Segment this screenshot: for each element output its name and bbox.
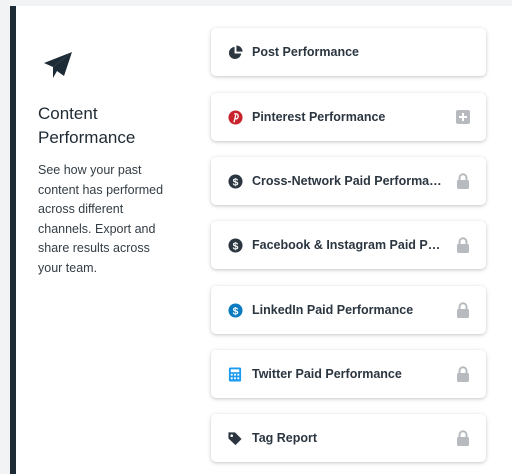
- intro-title: Content Performance: [38, 104, 136, 147]
- lock-icon: [456, 302, 470, 318]
- intro-description: See how your past content has performed …: [38, 163, 164, 275]
- report-label: Cross-Network Paid Performance: [252, 174, 442, 188]
- report-card-facebook-instagram-paid-performance[interactable]: $ Facebook & Instagram Paid Performance: [211, 221, 486, 269]
- report-label: Pinterest Performance: [252, 110, 386, 124]
- dollar-circle-icon: $: [227, 302, 243, 318]
- report-label: Tag Report: [252, 431, 318, 445]
- dollar-circle-icon: $: [227, 173, 243, 189]
- report-label: LinkedIn Paid Performance: [252, 303, 414, 317]
- svg-text:$: $: [232, 306, 238, 317]
- lock-icon: [456, 366, 470, 382]
- pie-chart-icon: [227, 44, 243, 60]
- report-card-tag-report[interactable]: Tag Report: [211, 414, 486, 462]
- lock-icon: [456, 430, 470, 446]
- dollar-circle-icon: $: [227, 237, 243, 253]
- add-icon[interactable]: [456, 109, 470, 125]
- report-card-linkedin-paid-performance[interactable]: $ LinkedIn Paid Performance: [211, 286, 486, 334]
- content-performance-panel: Content Performance See how your past co…: [10, 6, 512, 474]
- report-label: Twitter Paid Performance: [252, 367, 402, 381]
- lock-icon: [456, 237, 470, 253]
- calculator-icon: [227, 366, 243, 382]
- svg-text:$: $: [232, 177, 238, 188]
- report-card-post-performance[interactable]: Post Performance: [211, 28, 486, 76]
- tag-icon: [227, 430, 243, 446]
- svg-text:$: $: [232, 241, 238, 252]
- report-label: Post Performance: [252, 45, 359, 59]
- report-card-twitter-paid-performance[interactable]: Twitter Paid Performance: [211, 350, 486, 398]
- report-list: Post Performance Pinterest Performance $…: [211, 6, 487, 474]
- report-card-pinterest-performance[interactable]: Pinterest Performance: [211, 93, 486, 141]
- pinterest-icon: [227, 109, 243, 125]
- report-label: Facebook & Instagram Paid Performance: [252, 238, 442, 252]
- lock-icon: [456, 173, 470, 189]
- report-card-cross-network-paid-performance[interactable]: $ Cross-Network Paid Performance: [211, 157, 486, 205]
- paper-plane-icon: [44, 52, 72, 78]
